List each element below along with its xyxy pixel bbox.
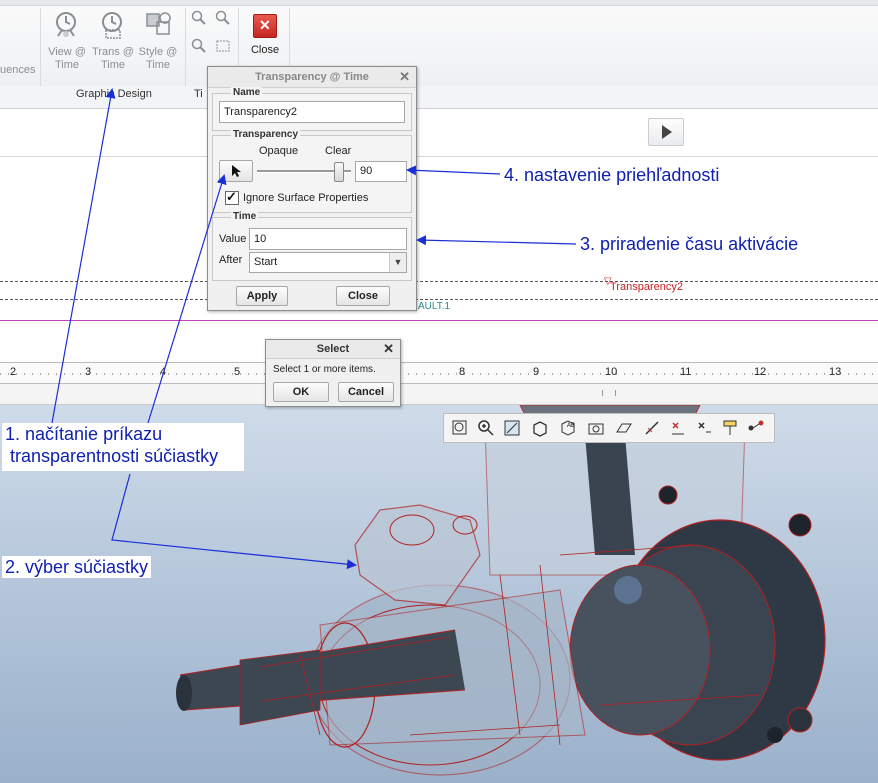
zoom-in-icon[interactable] xyxy=(476,418,496,438)
annotation-step1: 1. načítanie príkazu transparentnosti sú… xyxy=(2,423,244,471)
event-label[interactable]: Transparency2 xyxy=(610,281,683,293)
zoom-window-icon[interactable] xyxy=(215,38,231,54)
group-graphic-design: Graphic Design xyxy=(76,88,152,100)
name-group-label: Name xyxy=(231,87,263,98)
datum-planes-icon[interactable] xyxy=(614,418,634,438)
annotation-step1-line2: transparentnosti súčiastky xyxy=(5,446,219,466)
scroll-grip-handle[interactable] xyxy=(602,390,616,396)
apply-button[interactable]: Apply xyxy=(236,286,288,306)
style-at-time-icon xyxy=(146,12,171,35)
after-select-value: Start xyxy=(254,256,278,268)
zoom-in-icon[interactable] xyxy=(191,10,207,26)
view-at-time-label: View @ Time xyxy=(48,46,86,71)
play-button[interactable] xyxy=(648,118,684,146)
zoom-out-icon[interactable] xyxy=(215,10,231,26)
trans-at-time-button[interactable]: Trans @ Time xyxy=(91,10,135,72)
ignore-surface-checkbox[interactable]: ✓ xyxy=(225,189,239,205)
display-style-icon[interactable] xyxy=(530,418,550,438)
svg-text:AB: AB xyxy=(567,423,575,429)
close-button[interactable]: Close xyxy=(336,286,390,306)
close-ribbon-button[interactable]: ✕ Close xyxy=(246,10,284,56)
timeline-scrollbar[interactable] xyxy=(0,384,878,405)
timeline-divider xyxy=(0,156,878,157)
camera-icon[interactable] xyxy=(586,418,606,438)
close-icon[interactable]: ✕ xyxy=(399,67,410,87)
annotation-step4: 4. nastavenie priehľadnosti xyxy=(504,165,720,185)
csys-icon[interactable] xyxy=(694,418,714,438)
trans-at-time-icon xyxy=(102,12,122,39)
close-icon[interactable]: ✕ xyxy=(383,340,394,358)
group-timeline-cut: Ti xyxy=(194,88,203,100)
time-group-label: Time xyxy=(231,211,259,222)
view-at-time-icon xyxy=(56,12,76,37)
arrow-cursor-icon xyxy=(232,165,241,177)
name-field[interactable]: Transparency2 xyxy=(219,101,405,123)
annotation-step1-line1: 1. načítanie príkazu xyxy=(5,424,163,444)
view-toolbar: AB xyxy=(443,413,775,443)
ribbon-top-strip xyxy=(0,0,878,6)
select-part-button[interactable] xyxy=(219,160,253,182)
select-title-bar[interactable]: Select ✕ xyxy=(266,340,400,359)
transparency-group-label: Transparency xyxy=(231,129,301,140)
timeline-dashed-line xyxy=(0,281,878,282)
annotation-icon[interactable] xyxy=(720,418,740,438)
select-title: Select xyxy=(316,343,350,355)
annotation-step2: 2. výber súčiastky xyxy=(2,556,152,578)
trans-at-time-label: Trans @ Time xyxy=(92,46,134,71)
spin-center-icon[interactable] xyxy=(746,418,766,438)
cancel-button[interactable]: Cancel xyxy=(338,382,394,402)
select-message: Select 1 or more items. xyxy=(273,364,376,375)
zoom-out-icon[interactable] xyxy=(502,418,522,438)
close-label: Close xyxy=(250,44,280,56)
time-value-field[interactable]: 10 xyxy=(249,228,407,250)
refit-icon[interactable] xyxy=(450,418,470,438)
dialog-title-bar[interactable]: Transparency @ Time ✕ xyxy=(208,67,416,88)
datum-axes-icon[interactable] xyxy=(642,418,662,438)
ignore-surface-label: Ignore Surface Properties xyxy=(243,192,369,204)
timeline-magenta-line xyxy=(0,320,878,321)
ruler-minor-ticks xyxy=(0,373,878,375)
timeline-dashed-line xyxy=(0,299,878,300)
opaque-label: Opaque xyxy=(259,145,299,157)
value-label: Value xyxy=(219,233,247,245)
chevron-down-icon[interactable]: ▼ xyxy=(389,253,406,272)
ok-button[interactable]: OK xyxy=(273,382,329,402)
view-at-time-button[interactable]: View @ Time xyxy=(45,10,89,72)
select-dialog: Select ✕ Select 1 or more items. OK Canc… xyxy=(265,339,401,407)
transparency-group: Transparency Opaque Clear 90 ✓ Ignore Su… xyxy=(212,129,412,213)
default-label: AULT.1 xyxy=(418,301,451,312)
transparency-slider-thumb[interactable] xyxy=(334,162,345,182)
annotation-step3: 3. priradenie času aktivácie xyxy=(580,234,799,254)
after-select[interactable]: Start ▼ xyxy=(249,252,407,273)
checkmark-icon: ✓ xyxy=(226,189,237,204)
time-ruler[interactable]: 2 3 4 5 6 7 8 9 10 11 12 13 xyxy=(0,362,878,384)
close-icon: ✕ xyxy=(253,14,277,38)
transparency-at-time-dialog: Transparency @ Time ✕ Name Transparency2… xyxy=(207,66,417,311)
transparency-value-field[interactable]: 90 xyxy=(355,161,407,182)
clear-label: Clear xyxy=(325,145,352,157)
style-at-time-label: Style @ Time xyxy=(138,46,178,71)
sequences-label-cut[interactable]: uences xyxy=(0,64,35,76)
time-group: Time Value 10 After Start ▼ xyxy=(212,211,412,281)
dialog-title: Transparency @ Time xyxy=(255,71,369,83)
after-label: After xyxy=(219,254,243,266)
saved-views-icon[interactable]: AB xyxy=(558,418,578,438)
style-at-time-button[interactable]: Style @ Time xyxy=(136,10,180,72)
zoom-fit-icon[interactable] xyxy=(191,38,207,54)
datum-points-icon[interactable] xyxy=(668,418,688,438)
name-group: Name Transparency2 xyxy=(212,87,412,131)
